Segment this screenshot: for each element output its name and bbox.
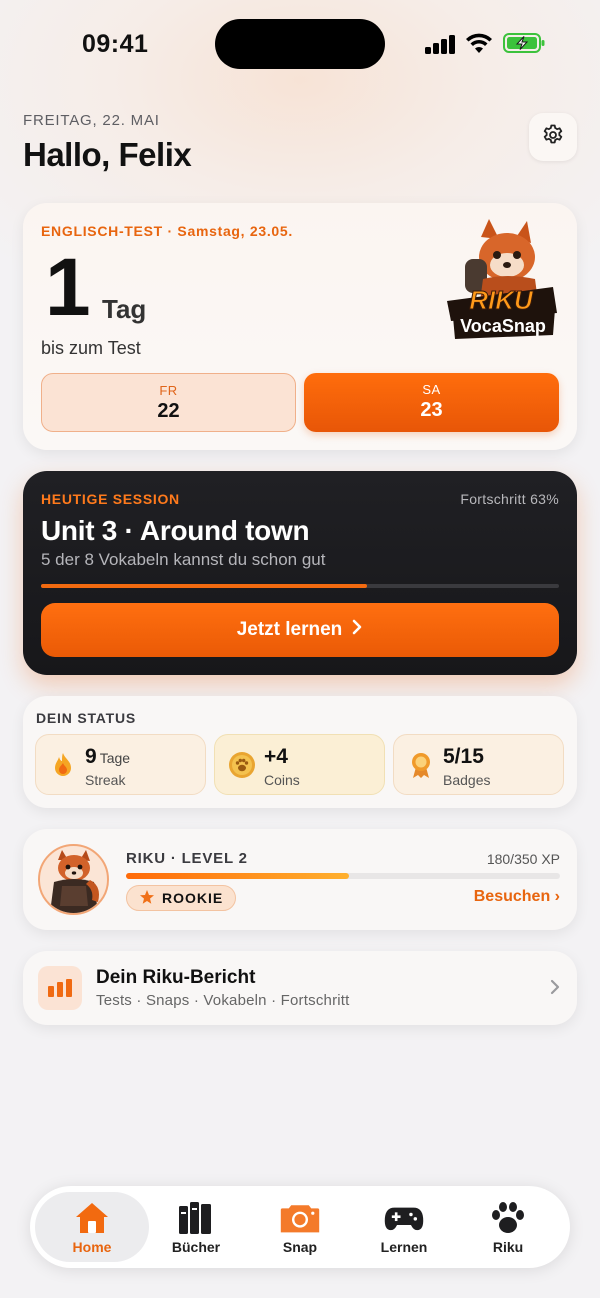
rank-badge: ROOKIE — [126, 885, 236, 911]
chevron-right-icon — [549, 978, 561, 996]
tab-learn[interactable]: Lernen — [350, 1186, 458, 1268]
day-chip-weekday: SA — [422, 382, 441, 397]
tab-label: Home — [72, 1239, 112, 1255]
books-icon — [176, 1198, 216, 1238]
status-card: DEIN STATUS 9 Tage Streak +4 Coins 5/15 B… — [23, 696, 577, 808]
camera-icon — [280, 1198, 320, 1238]
session-progress-bar — [41, 584, 559, 588]
riku-level-label: RIKU · LEVEL 2 — [126, 850, 248, 867]
badges-stat[interactable]: 5/15 Badges — [393, 734, 564, 795]
streak-stat[interactable]: 9 Tage Streak — [35, 734, 206, 795]
tab-label: Lernen — [380, 1239, 428, 1255]
riku-level-card[interactable]: RIKU · LEVEL 2 180/350 XP ROOKIE Besuche… — [23, 829, 577, 930]
chevron-right-icon — [352, 619, 363, 641]
wifi-icon — [465, 32, 493, 54]
tab-snap[interactable]: Snap — [246, 1186, 354, 1268]
day-chip-friday[interactable]: FR 22 — [41, 373, 296, 432]
day-chip-date: 22 — [157, 400, 180, 422]
xp-progress-bar — [126, 873, 560, 879]
report-title: Dein Riku-Bericht — [96, 967, 256, 988]
award-icon — [407, 751, 435, 779]
tab-home[interactable]: Home — [38, 1186, 146, 1268]
dynamic-island — [215, 19, 385, 69]
status-time: 09:41 — [82, 30, 149, 58]
gear-icon — [541, 123, 565, 152]
coins-label: Coins — [264, 772, 300, 788]
start-learning-label: Jetzt lernen — [236, 619, 343, 640]
report-subtitle: Tests · Snaps · Vokabeln · Fortschritt — [96, 992, 350, 1009]
tab-label: Snap — [282, 1239, 318, 1255]
tab-bar: Home Bücher Snap Lernen Riku — [30, 1186, 570, 1268]
day-chip-weekday: FR — [159, 383, 178, 398]
tab-books[interactable]: Bücher — [142, 1186, 250, 1268]
days-unit: Tag — [102, 294, 147, 324]
riku-vocasnap-logo: RIKU VocaSnap — [443, 217, 563, 342]
cellular-signal-icon — [425, 34, 457, 54]
coins-value: +4 — [264, 745, 288, 768]
day-chip-saturday[interactable]: SA 23 — [304, 373, 559, 432]
start-learning-button[interactable]: Jetzt lernen — [41, 603, 559, 657]
tab-label: Riku — [492, 1239, 524, 1255]
session-title: Unit 3 · Around town — [41, 515, 310, 546]
paw-icon — [488, 1198, 528, 1238]
riku-avatar — [38, 844, 109, 915]
page-title: Hallo, Felix — [23, 136, 192, 173]
days-remaining: 1 — [45, 242, 91, 333]
svg-text:RIKU: RIKU — [469, 285, 534, 315]
badges-value: 5/15 — [443, 745, 484, 768]
bar-chart-icon — [38, 966, 82, 1010]
visit-link[interactable]: Besuchen › — [474, 888, 560, 906]
rank-label: ROOKIE — [162, 890, 224, 906]
badges-label: Badges — [443, 772, 491, 788]
paw-coin-icon — [228, 751, 256, 779]
star-icon — [139, 889, 155, 908]
flame-icon — [49, 751, 77, 779]
session-label: HEUTIGE SESSION — [41, 491, 180, 507]
streak-label: Streak — [85, 772, 126, 788]
countdown-subtitle: bis zum Test — [41, 338, 141, 358]
gamepad-icon — [384, 1198, 424, 1238]
xp-text: 180/350 XP — [486, 851, 560, 867]
status-title: DEIN STATUS — [36, 710, 137, 726]
xp-progress-fill — [126, 873, 350, 879]
tab-label: Bücher — [171, 1239, 221, 1255]
coins-stat[interactable]: +4 Coins — [214, 734, 385, 795]
session-progress-fill — [41, 584, 368, 588]
svg-text:VocaSnap: VocaSnap — [460, 316, 546, 336]
streak-value: 9 — [85, 745, 97, 768]
tab-riku[interactable]: Riku — [454, 1186, 562, 1268]
session-subtitle: 5 der 8 Vokabeln kannst du schon gut — [41, 550, 326, 569]
riku-report-card[interactable]: Dein Riku-Bericht Tests · Snaps · Vokabe… — [23, 951, 577, 1025]
today-session-card: HEUTIGE SESSION Fortschritt 63% Unit 3 ·… — [23, 471, 577, 675]
current-date: FREITAG, 22. MAI — [23, 112, 160, 129]
settings-button[interactable] — [529, 113, 577, 161]
session-progress-text: Fortschritt 63% — [460, 491, 559, 507]
home-icon — [72, 1198, 112, 1238]
streak-unit: Tage — [99, 750, 131, 766]
test-label: ENGLISCH-TEST · Samstag, 23.05. — [41, 223, 293, 239]
test-countdown-card: ENGLISCH-TEST · Samstag, 23.05. 1 Tag bi… — [23, 203, 577, 450]
battery-icon — [503, 33, 545, 53]
day-chip-date: 23 — [420, 399, 443, 421]
